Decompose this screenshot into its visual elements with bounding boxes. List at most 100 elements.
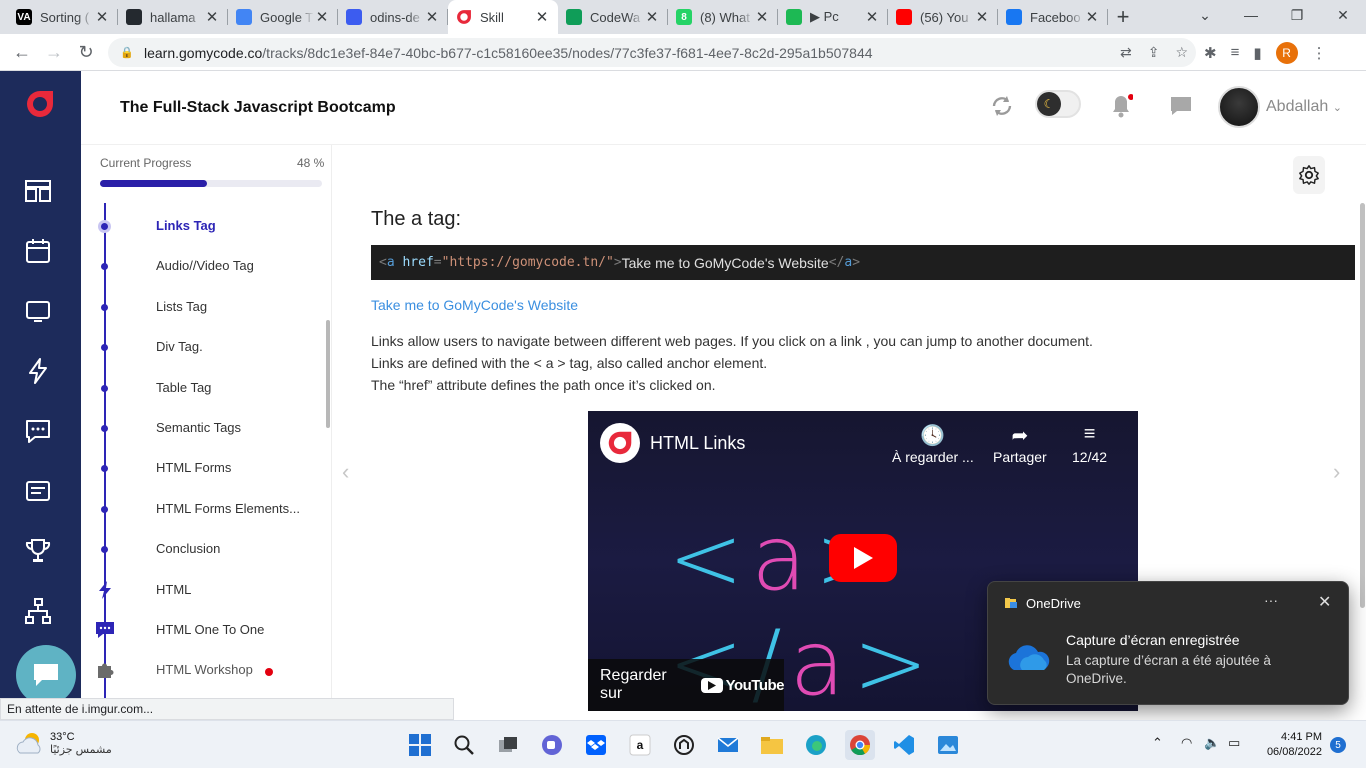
- photos-app[interactable]: [933, 730, 963, 760]
- close-window-button[interactable]: ✕: [1320, 0, 1366, 30]
- close-tab-icon[interactable]: ✕: [754, 8, 770, 26]
- demo-link[interactable]: Take me to GoMyCode's Website: [371, 297, 578, 313]
- search-button[interactable]: [449, 730, 479, 760]
- close-tab-icon[interactable]: ✕: [864, 8, 880, 26]
- close-tab-icon[interactable]: ✕: [424, 8, 440, 26]
- sync-icon[interactable]: [990, 94, 1014, 118]
- lesson-item[interactable]: Audio//Video Tag: [81, 251, 321, 281]
- system-clock[interactable]: 4:41 PM 06/08/2022: [1258, 730, 1322, 760]
- notification-count-badge[interactable]: 5: [1330, 737, 1346, 753]
- sidebar-scrollbar[interactable]: [326, 320, 330, 428]
- next-lesson-arrow-icon[interactable]: ›: [1333, 459, 1340, 485]
- lesson-item[interactable]: Semantic Tags: [81, 413, 321, 443]
- browser-tab[interactable]: Google T ✕: [228, 0, 338, 34]
- battery-icon[interactable]: ▭: [1228, 735, 1240, 751]
- task-view-button[interactable]: [493, 730, 523, 760]
- reading-list-icon[interactable]: ≡: [1231, 44, 1240, 61]
- more-options-icon[interactable]: ···: [1264, 592, 1278, 608]
- browser-tab[interactable]: CodeWa ✕: [558, 0, 668, 34]
- teams-chat-button[interactable]: [537, 730, 567, 760]
- edge-app[interactable]: [801, 730, 831, 760]
- trophy-icon[interactable]: [22, 535, 54, 567]
- laptop-icon[interactable]: [22, 295, 54, 327]
- share-video-button[interactable]: ➦ Partager: [993, 423, 1047, 465]
- browser-tab[interactable]: (56) You ✕: [888, 0, 998, 34]
- messages-icon[interactable]: [22, 415, 54, 447]
- back-icon[interactable]: ←: [6, 36, 38, 68]
- browser-tab[interactable]: Faceboo ✕: [998, 0, 1108, 34]
- tab-search-icon[interactable]: ⌄: [1182, 0, 1228, 30]
- calendar-icon[interactable]: [22, 235, 54, 267]
- side-panel-icon[interactable]: ▮: [1253, 44, 1261, 62]
- browser-tab[interactable]: VA Sorting (✕: [8, 0, 118, 34]
- dropbox-app[interactable]: [581, 730, 611, 760]
- hierarchy-icon[interactable]: [22, 595, 54, 627]
- browser-tab[interactable]: ▶ Pc ✕: [778, 0, 888, 34]
- show-hidden-icons[interactable]: ⌃: [1152, 735, 1163, 751]
- lesson-item[interactable]: Table Tag: [81, 373, 321, 403]
- close-tab-icon[interactable]: ✕: [644, 8, 660, 26]
- chrome-app[interactable]: [845, 730, 875, 760]
- lesson-item[interactable]: HTML One To One: [81, 615, 321, 645]
- browser-tab[interactable]: odins-de ✕: [338, 0, 448, 34]
- channel-logo[interactable]: [600, 423, 640, 463]
- wifi-icon[interactable]: ◠: [1181, 735, 1192, 751]
- lesson-item[interactable]: Div Tag.: [81, 332, 321, 362]
- close-tab-icon[interactable]: ✕: [204, 8, 220, 26]
- support-chat-button[interactable]: [16, 645, 76, 705]
- close-tab-icon[interactable]: ✕: [94, 8, 110, 26]
- close-tab-icon[interactable]: ✕: [314, 8, 330, 26]
- onedrive-notification[interactable]: OneDrive ··· ✕ Capture d’écran enregistr…: [987, 581, 1349, 705]
- address-bar[interactable]: 🔒 learn.gomycode.co/tracks/8dc1e3ef-84e7…: [108, 38, 1196, 67]
- vscode-app[interactable]: [889, 730, 919, 760]
- lesson-item[interactable]: HTML Workshop: [81, 655, 321, 685]
- minimize-button[interactable]: —: [1228, 0, 1274, 30]
- gomycode-logo[interactable]: [25, 89, 55, 119]
- browser-tab[interactable]: hallama ✕: [118, 0, 228, 34]
- close-tab-icon[interactable]: ✕: [1084, 8, 1100, 26]
- browser-tab[interactable]: Skill ✕: [448, 0, 558, 34]
- play-button[interactable]: [829, 534, 897, 582]
- mail-app[interactable]: [713, 730, 743, 760]
- browser-tab[interactable]: 8 (8) What ✕: [668, 0, 778, 34]
- share-icon[interactable]: ⇪: [1148, 44, 1160, 61]
- start-button[interactable]: [405, 730, 435, 760]
- tracks-icon[interactable]: [22, 175, 54, 207]
- lesson-item[interactable]: HTML Forms: [81, 453, 321, 483]
- extensions-puzzle-icon[interactable]: ✱: [1204, 44, 1217, 62]
- weather-widget[interactable]: 33°C مشمس جزئيًا: [16, 729, 112, 757]
- browser-menu-icon[interactable]: ⋮: [1312, 44, 1327, 62]
- maximize-button[interactable]: ❐: [1274, 0, 1320, 30]
- volume-icon[interactable]: 🔈: [1204, 735, 1220, 751]
- playlist-button[interactable]: ≡ 12/42: [1072, 423, 1107, 465]
- notification-bell-icon[interactable]: [1109, 93, 1133, 119]
- lesson-item[interactable]: Conclusion: [81, 534, 321, 564]
- dark-mode-toggle[interactable]: ☾: [1035, 90, 1081, 118]
- lesson-item[interactable]: HTML: [81, 575, 321, 605]
- watch-on-youtube-button[interactable]: Regarder sur YouTube: [588, 659, 785, 711]
- reload-icon[interactable]: ↻: [70, 36, 102, 68]
- watch-later-button[interactable]: 🕓 À regarder ...: [892, 423, 974, 465]
- previous-lesson-arrow-icon[interactable]: ‹: [342, 459, 349, 485]
- bookmark-star-icon[interactable]: ☆: [1175, 44, 1188, 61]
- main-scrollbar[interactable]: [1360, 203, 1365, 608]
- video-title[interactable]: HTML Links: [650, 433, 745, 454]
- file-explorer-app[interactable]: [757, 730, 787, 760]
- profile-avatar[interactable]: R: [1275, 41, 1298, 64]
- forward-icon[interactable]: →: [38, 36, 70, 68]
- lesson-item[interactable]: HTML Forms Elements...: [81, 494, 321, 524]
- messages-header-icon[interactable]: [1169, 95, 1193, 117]
- settings-button[interactable]: [1293, 156, 1325, 194]
- new-tab-button[interactable]: +: [1108, 0, 1138, 34]
- close-tab-icon[interactable]: ✕: [534, 8, 550, 26]
- articles-icon[interactable]: [22, 475, 54, 507]
- lesson-item[interactable]: Links Tag: [81, 211, 321, 241]
- translate-icon[interactable]: ⇄: [1120, 44, 1132, 61]
- lightning-icon[interactable]: [22, 355, 54, 387]
- amazon-app[interactable]: a: [625, 730, 655, 760]
- lesson-item[interactable]: Lists Tag: [81, 292, 321, 322]
- close-tab-icon[interactable]: ✕: [974, 8, 990, 26]
- username[interactable]: Abdallah ⌄: [1266, 98, 1342, 116]
- user-avatar[interactable]: [1218, 86, 1260, 128]
- store-app[interactable]: [669, 730, 699, 760]
